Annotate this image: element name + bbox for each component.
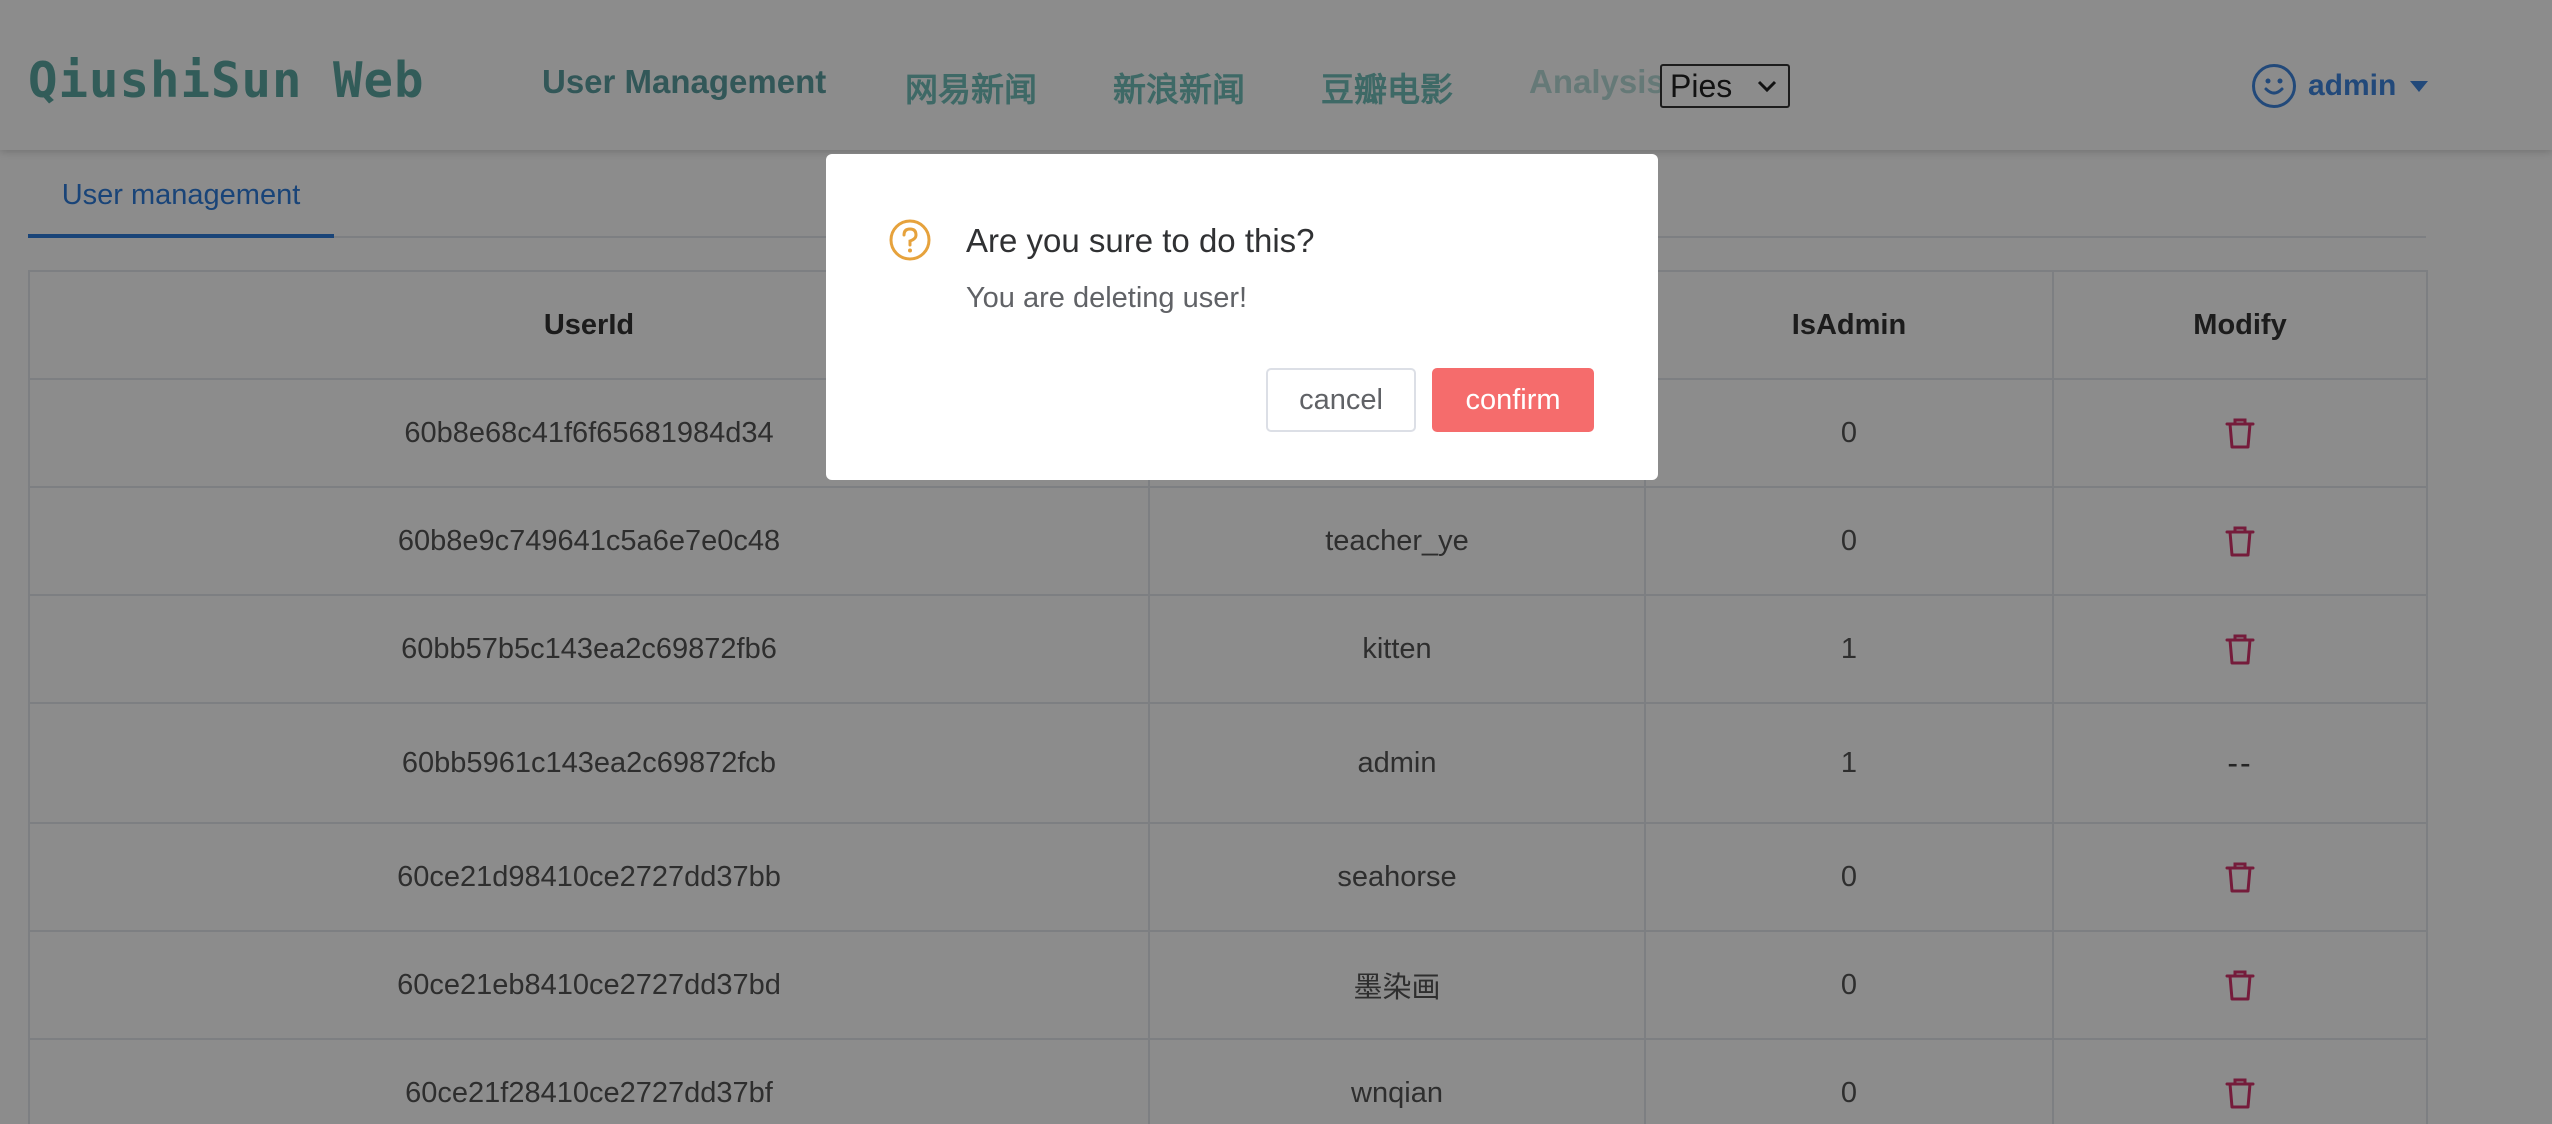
question-circle-icon [888,218,932,262]
cancel-button[interactable]: cancel [1266,368,1416,432]
dialog-title: Are you sure to do this? [966,222,1315,259]
confirm-button[interactable]: confirm [1432,368,1594,432]
dialog-message: You are deleting user! [966,282,1248,314]
confirm-dialog: Are you sure to do this? You are deletin… [826,154,1658,480]
